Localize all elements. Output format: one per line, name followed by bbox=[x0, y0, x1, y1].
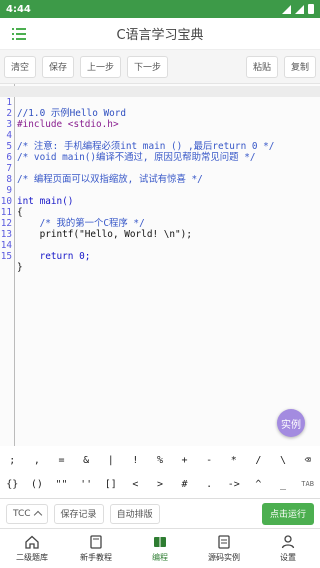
code-line[interactable]: 8 bbox=[0, 163, 320, 185]
cell-icon bbox=[295, 4, 304, 14]
symbol-key[interactable]: % bbox=[148, 455, 173, 466]
symbol-key[interactable]: '' bbox=[74, 479, 99, 490]
symbol-key[interactable]: () bbox=[25, 479, 50, 490]
symbol-key[interactable]: -> bbox=[221, 479, 246, 490]
code-text: return 0; bbox=[17, 251, 91, 262]
symbol-key[interactable]: \ bbox=[271, 455, 296, 466]
compiler-select[interactable]: TCC bbox=[6, 503, 48, 524]
code-line[interactable]: 6 bbox=[0, 141, 320, 163]
symbol-key[interactable]: | bbox=[98, 455, 123, 466]
tab-source-examples[interactable]: 源码实例 bbox=[192, 529, 256, 568]
tab-question-bank[interactable]: 二级题库 bbox=[0, 529, 64, 568]
symbol-key[interactable]: ; bbox=[0, 455, 25, 466]
code-line[interactable]: 2 #include <stdio.h> bbox=[0, 97, 320, 130]
code-line[interactable]: 7 /* 编程页面可以双指缩放, 试试有惊喜 */ bbox=[0, 152, 320, 185]
tab-label: 编程 bbox=[152, 553, 168, 562]
signal-icon bbox=[282, 4, 291, 14]
symbol-key[interactable]: / bbox=[246, 455, 271, 466]
symbol-key[interactable]: * bbox=[221, 455, 246, 466]
tab-label: 源码实例 bbox=[208, 553, 240, 562]
symbol-key[interactable]: , bbox=[25, 455, 50, 466]
tab-settings[interactable]: 设置 bbox=[256, 529, 320, 568]
symbol-key[interactable]: [] bbox=[98, 479, 123, 490]
symbol-key[interactable]: & bbox=[74, 455, 99, 466]
document-icon bbox=[218, 535, 230, 549]
undo-button[interactable]: 上一步 bbox=[80, 55, 122, 78]
symbol-row-2: {} () "" '' [] < > # . -> ^ _ TAB bbox=[0, 472, 320, 496]
battery-icon bbox=[308, 4, 314, 14]
code-line[interactable]: 14 return 0; bbox=[0, 229, 320, 262]
tab-label: 设置 bbox=[280, 553, 296, 562]
symbol-key[interactable]: ! bbox=[123, 455, 148, 466]
symbol-key[interactable]: {} bbox=[0, 479, 25, 490]
status-bar: 4:44 bbox=[0, 0, 320, 18]
tab-key[interactable]: TAB bbox=[295, 480, 320, 488]
code-text: } bbox=[17, 262, 23, 273]
symbol-key[interactable]: _ bbox=[271, 479, 296, 490]
tab-label: 二级题库 bbox=[16, 553, 48, 562]
code-line[interactable]: 4 /* 注意: 手机编程必须int main () ,最后return 0 *… bbox=[0, 119, 320, 152]
auto-format-button[interactable]: 自动排版 bbox=[109, 503, 160, 524]
save-record-button[interactable]: 保存记录 bbox=[53, 503, 104, 524]
status-icons bbox=[282, 4, 314, 14]
line-number: 15 bbox=[0, 251, 12, 262]
paste-button[interactable]: 粘贴 bbox=[245, 55, 278, 78]
code-line[interactable]: 12 printf("Hello, World! \n"); bbox=[0, 207, 320, 240]
chevron-up-icon bbox=[33, 510, 42, 520]
code-line[interactable]: 3 bbox=[0, 108, 320, 130]
code-line[interactable]: 11 /* 我的第一个C程序 */ bbox=[0, 196, 320, 229]
symbol-key[interactable]: > bbox=[148, 479, 173, 490]
person-icon bbox=[281, 535, 295, 549]
symbol-key[interactable]: # bbox=[172, 479, 197, 490]
run-button[interactable]: 点击运行 bbox=[261, 502, 314, 525]
tab-programming[interactable]: 编程 bbox=[128, 529, 192, 568]
symbol-key[interactable]: + bbox=[172, 455, 197, 466]
compiler-label: TCC bbox=[13, 508, 31, 519]
symbol-key[interactable]: < bbox=[123, 479, 148, 490]
menu-list-icon[interactable] bbox=[12, 27, 26, 41]
code-line[interactable]: 9 int main() bbox=[0, 174, 320, 207]
save-button[interactable]: 保存 bbox=[42, 55, 75, 78]
code-line[interactable]: 13 bbox=[0, 218, 320, 240]
code-editor[interactable]: 1 //1.0 示例Hello Word 2 #include <stdio.h… bbox=[0, 84, 320, 446]
status-time: 4:44 bbox=[6, 3, 31, 15]
redo-button[interactable]: 下一步 bbox=[127, 55, 169, 78]
backspace-icon[interactable]: ⌫ bbox=[295, 455, 320, 466]
symbol-key[interactable]: ^ bbox=[246, 479, 271, 490]
action-bar: TCC 保存记录 自动排版 点击运行 bbox=[0, 498, 320, 528]
tab-label: 新手教程 bbox=[80, 553, 112, 562]
symbol-row-1: ; , = & | ! % + - * / \ ⌫ bbox=[0, 448, 320, 472]
symbol-key[interactable]: = bbox=[49, 455, 74, 466]
editor-toolbar: 清空 保存 上一步 下一步 粘贴 复制 bbox=[0, 50, 320, 84]
code-book-icon bbox=[154, 537, 166, 547]
book-icon bbox=[90, 535, 102, 549]
code-line[interactable]: 5 /* void main()编译不通过, 原因见帮助常见问题 */ bbox=[0, 130, 320, 163]
symbol-key[interactable]: - bbox=[197, 455, 222, 466]
symbol-key[interactable]: . bbox=[197, 479, 222, 490]
code-line[interactable]: 15 } bbox=[0, 240, 320, 273]
home-icon bbox=[25, 535, 39, 549]
app-header: C语言学习宝典 bbox=[0, 18, 320, 50]
bottom-tab-bar: 二级题库 新手教程 编程 源码实例 设置 bbox=[0, 528, 320, 568]
page-title: C语言学习宝典 bbox=[116, 28, 204, 43]
tab-tutorial[interactable]: 新手教程 bbox=[64, 529, 128, 568]
symbol-key[interactable]: "" bbox=[49, 479, 74, 490]
example-button[interactable]: 实例 bbox=[277, 409, 305, 437]
copy-button[interactable]: 复制 bbox=[283, 55, 316, 78]
code-line[interactable]: 1 //1.0 示例Hello Word bbox=[0, 86, 320, 119]
code-line[interactable]: 10 { bbox=[0, 185, 320, 218]
clear-button[interactable]: 清空 bbox=[4, 55, 37, 78]
